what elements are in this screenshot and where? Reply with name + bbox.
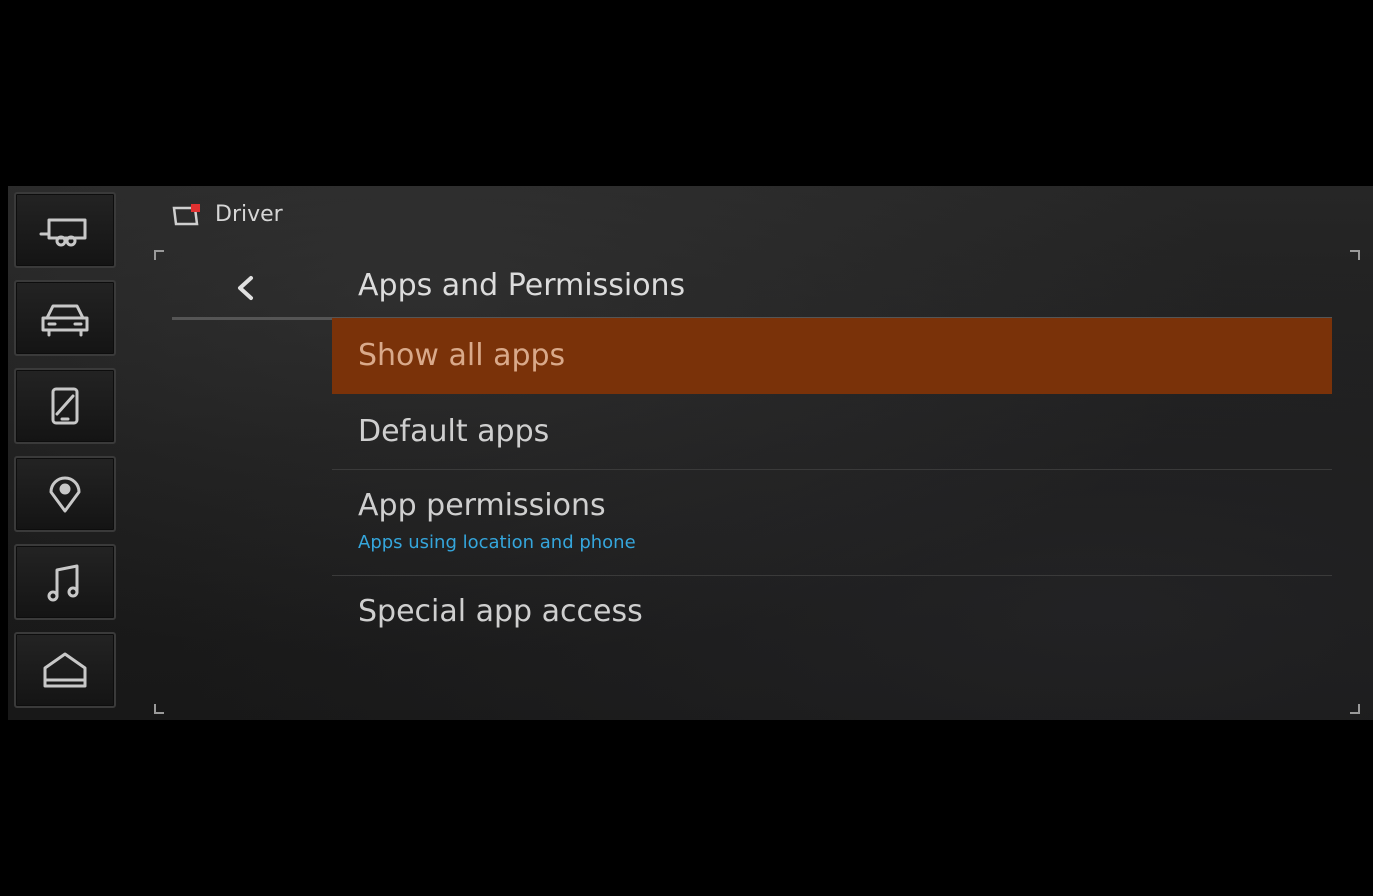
back-button[interactable] bbox=[223, 266, 267, 310]
sidebar bbox=[8, 186, 120, 720]
frame-corner bbox=[154, 250, 164, 260]
frame-corner bbox=[154, 704, 164, 714]
list-item-subtitle: Apps using location and phone bbox=[358, 532, 636, 553]
infotainment-screen: Driver Apps and Permissions Show all app… bbox=[8, 186, 1373, 720]
sidebar-item-phone[interactable] bbox=[14, 368, 116, 444]
sidebar-item-trailer[interactable] bbox=[14, 192, 116, 268]
profile-icon bbox=[172, 203, 200, 225]
vehicle-icon bbox=[41, 304, 89, 337]
profile-name: Driver bbox=[215, 202, 283, 227]
list-item-default-apps[interactable]: Default apps bbox=[332, 394, 1332, 470]
sidebar-item-location[interactable] bbox=[14, 456, 116, 532]
phone-icon bbox=[51, 387, 79, 425]
list-item-show-all-apps[interactable]: Show all apps bbox=[332, 318, 1332, 394]
settings-list: Show all apps Default apps App permissio… bbox=[332, 318, 1332, 652]
list-item-app-permissions[interactable]: App permissions Apps using location and … bbox=[332, 470, 1332, 576]
location-pin-icon bbox=[49, 476, 81, 513]
profile-indicator[interactable]: Driver bbox=[171, 202, 283, 227]
list-item-label: App permissions bbox=[358, 488, 606, 523]
sidebar-item-media[interactable] bbox=[14, 544, 116, 620]
home-icon bbox=[43, 652, 87, 688]
list-item-label: Special app access bbox=[358, 594, 643, 629]
chevron-left-icon bbox=[238, 276, 253, 300]
list-item-label: Show all apps bbox=[358, 338, 566, 373]
sidebar-item-home[interactable] bbox=[14, 632, 116, 708]
trailer-icon bbox=[39, 218, 87, 247]
list-item-special-app-access[interactable]: Special app access bbox=[332, 576, 1332, 652]
music-note-icon bbox=[47, 564, 79, 602]
frame-corner bbox=[1350, 704, 1360, 714]
page-title: Apps and Permissions bbox=[358, 268, 686, 303]
frame-corner bbox=[1350, 250, 1360, 260]
list-item-label: Default apps bbox=[358, 414, 550, 449]
sidebar-item-vehicle[interactable] bbox=[14, 280, 116, 356]
